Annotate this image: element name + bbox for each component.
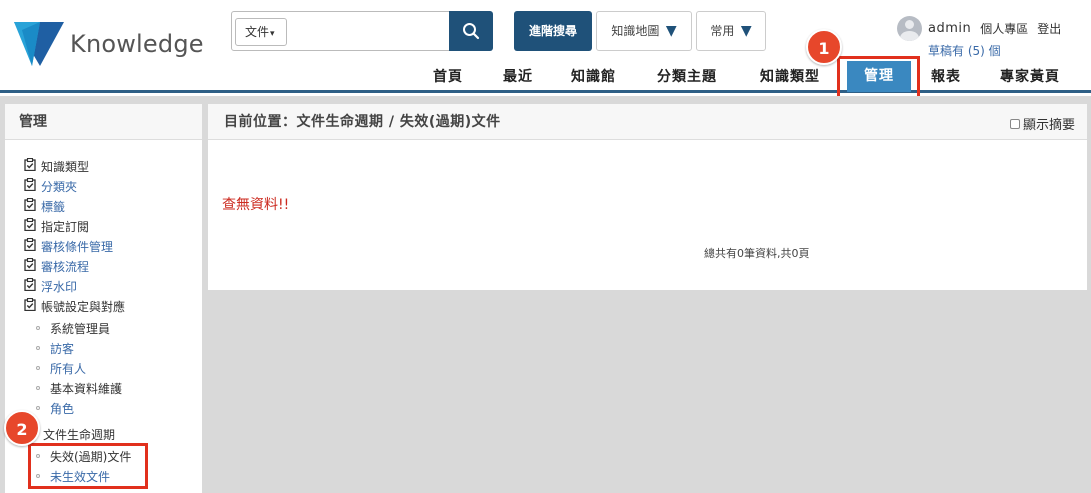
clipboard-check-icon	[24, 197, 36, 214]
sidebar-item-review-flow[interactable]: 審核流程	[24, 256, 125, 276]
username: admin	[928, 20, 972, 36]
nav-categories[interactable]: 分類主題	[657, 66, 717, 88]
logout-link[interactable]: 登出	[1037, 20, 1061, 37]
personal-area-link[interactable]: 個人專區	[980, 20, 1028, 37]
user-area: admin 個人專區 登出	[897, 15, 1061, 41]
nav-knowledge-hall[interactable]: 知識館	[571, 66, 616, 88]
clipboard-check-icon	[24, 277, 36, 294]
search-type-label: 文件	[245, 25, 270, 39]
sidebar-item-watermark[interactable]: 浮水印	[24, 276, 125, 296]
bullet-icon	[36, 366, 40, 370]
show-summary-checkbox[interactable]: 顯示摘要	[1009, 114, 1075, 133]
search-input[interactable]	[292, 16, 442, 46]
bullet-icon	[36, 386, 40, 390]
bullet-icon	[36, 346, 40, 350]
clipboard-check-icon	[24, 257, 36, 274]
triangle-down-icon: ▼	[661, 23, 677, 39]
checkbox-icon	[1009, 118, 1020, 129]
show-summary-label: 顯示摘要	[1022, 118, 1075, 133]
sub-item-label: 系統管理員	[50, 321, 111, 336]
sub-item-label: 所有人	[50, 361, 87, 376]
nav-experts[interactable]: 專家黃頁	[1000, 66, 1060, 88]
sidebar-item-lifecycle[interactable]: 文件生命週期	[43, 424, 115, 444]
sub-item-system-admin[interactable]: 系統管理員	[36, 318, 122, 338]
search-button[interactable]	[449, 11, 493, 51]
sub-item-label: 角色	[50, 401, 75, 416]
common-button[interactable]: 常用 ▼	[696, 11, 766, 51]
search-icon	[463, 23, 480, 40]
sidebar-item-label: 標籤	[41, 199, 66, 214]
common-label: 常用	[710, 24, 735, 38]
clipboard-check-icon	[24, 297, 36, 314]
knowledge-logo-icon	[14, 22, 64, 66]
drafts-link[interactable]: 草稿有 (5) 個	[928, 42, 1001, 59]
nav-recent[interactable]: 最近	[503, 66, 533, 88]
header: Knowledge 文件▾ 進階搜尋 知識地圖 ▼ 常用 ▼ admin 個人專…	[0, 0, 1091, 93]
sidebar-item-folders[interactable]: 分類夾	[24, 176, 125, 196]
search-type-select[interactable]: 文件▾	[235, 18, 287, 46]
sidebar-item-label: 指定訂閱	[41, 219, 90, 234]
sidebar-item-label: 審核條件管理	[41, 239, 114, 254]
main-nav: 首頁 最近 知識館 分類主題 知識類型 報表 專家黃頁	[0, 66, 1091, 90]
sidebar-list: 知識類型 分類夾 標籤 指定訂閱 審核條件管理 審核流程 浮水印 帳號設定與對應	[24, 156, 125, 316]
sidebar-item-review-conditions[interactable]: 審核條件管理	[24, 236, 125, 256]
highlight-box-lifecycle	[28, 443, 148, 489]
total-count: 總共有0筆資料,共0頁	[704, 247, 810, 260]
sub-item-everyone[interactable]: 所有人	[36, 358, 122, 378]
sidebar-item-label: 文件生命週期	[43, 427, 116, 442]
bullet-icon	[36, 406, 40, 410]
clipboard-check-icon	[24, 237, 36, 254]
sidebar-item-label: 浮水印	[41, 279, 78, 294]
sub-item-profile-maintenance[interactable]: 基本資料維護	[36, 378, 122, 398]
breadcrumb: 目前位置：文件生命週期 / 失效(過期)文件	[208, 104, 1087, 140]
sidebar-item-subscriptions[interactable]: 指定訂閱	[24, 216, 125, 236]
sidebar-item-accounts[interactable]: 帳號設定與對應	[24, 296, 125, 316]
main-panel: 目前位置：文件生命週期 / 失效(過期)文件 顯示摘要 查無資料!! 總共有0筆…	[208, 104, 1087, 290]
logo[interactable]: Knowledge	[14, 22, 204, 66]
sidebar-item-label: 帳號設定與對應	[41, 299, 126, 314]
sidebar-item-label: 審核流程	[41, 259, 90, 274]
sidebar-item-knowledge-types[interactable]: 知識類型	[24, 156, 125, 176]
avatar[interactable]	[897, 15, 922, 41]
account-sub-list: 系統管理員 訪客 所有人 基本資料維護 角色	[36, 318, 122, 418]
sub-item-roles[interactable]: 角色	[36, 398, 122, 418]
search-box: 文件▾	[231, 11, 450, 51]
sidebar-title: 管理	[5, 104, 202, 140]
callout-badge-1: 1	[806, 29, 842, 65]
bullet-icon	[36, 326, 40, 330]
nav-reports[interactable]: 報表	[931, 66, 961, 88]
callout-badge-2: 2	[4, 410, 40, 446]
triangle-down-icon: ▼	[736, 23, 752, 39]
clipboard-check-icon	[24, 177, 36, 194]
clipboard-check-icon	[24, 157, 36, 174]
knowledge-map-label: 知識地圖	[611, 24, 660, 38]
nav-home[interactable]: 首頁	[433, 66, 463, 88]
sub-item-guest[interactable]: 訪客	[36, 338, 122, 358]
caret-down-icon: ▾	[270, 29, 275, 39]
sidebar-item-label: 知識類型	[41, 159, 90, 174]
sub-item-label: 基本資料維護	[50, 381, 123, 396]
sidebar-item-tags[interactable]: 標籤	[24, 196, 125, 216]
clipboard-check-icon	[24, 217, 36, 234]
nav-knowledge-types[interactable]: 知識類型	[760, 66, 820, 88]
advanced-search-button[interactable]: 進階搜尋	[514, 11, 592, 51]
knowledge-map-button[interactable]: 知識地圖 ▼	[596, 11, 692, 51]
sub-item-label: 訪客	[50, 341, 75, 356]
no-data-message: 查無資料!!	[222, 197, 290, 213]
highlight-box-admin	[837, 56, 920, 100]
logo-text: Knowledge	[70, 30, 204, 58]
sidebar-item-label: 分類夾	[41, 179, 78, 194]
